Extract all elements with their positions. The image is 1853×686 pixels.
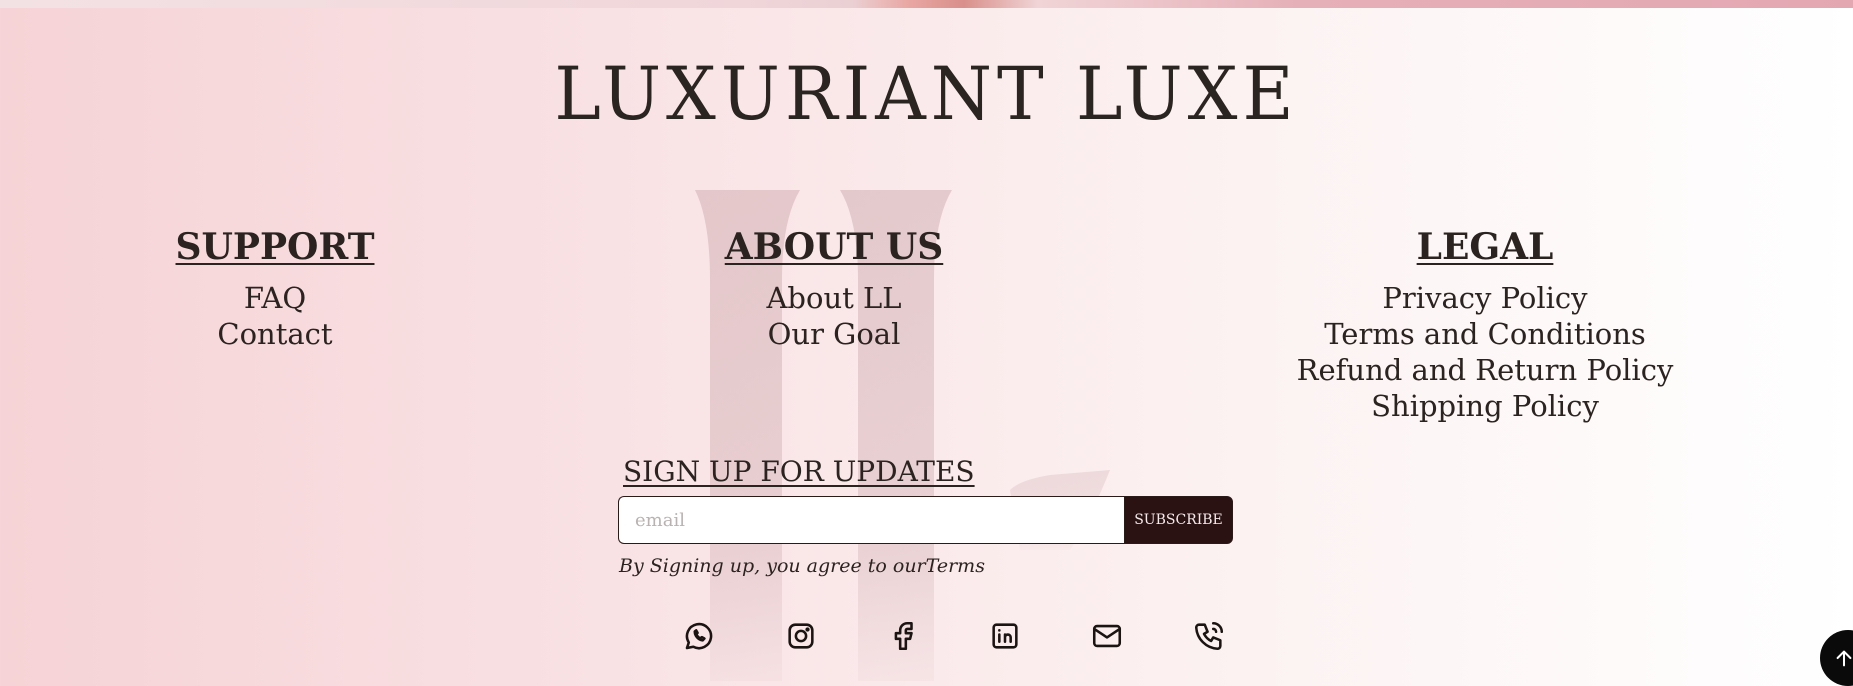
footer-column-support: SUPPORT FAQ Contact [0,224,575,352]
link-contact[interactable]: Contact [0,316,575,352]
link-refund-policy[interactable]: Refund and Return Policy [1185,352,1785,388]
terms-link[interactable]: Terms [926,555,985,577]
link-shipping-policy[interactable]: Shipping Policy [1185,388,1785,424]
arrow-up-icon [1836,650,1852,667]
whatsapp-link[interactable] [648,616,750,656]
brand-logo: LUXURIANT LUXE [554,50,1299,138]
instagram-link[interactable] [750,616,852,656]
link-our-goal[interactable]: Our Goal [534,316,1134,352]
linkedin-link[interactable] [954,616,1056,656]
social-links [648,616,1260,656]
phone-link[interactable] [1158,616,1260,656]
email-link[interactable] [1056,616,1158,656]
link-privacy-policy[interactable]: Privacy Policy [1185,280,1785,316]
email-input[interactable] [618,496,1124,544]
link-about-ll[interactable]: About LL [534,280,1134,316]
newsletter-signup: SIGN UP FOR UPDATES SUBSCRIBE By Signing… [618,452,1233,577]
subscribe-button[interactable]: SUBSCRIBE [1124,496,1233,544]
footer-column-about: ABOUT US About LL Our Goal [534,224,1134,352]
back-to-top-button[interactable] [1820,630,1853,686]
mail-icon [1092,624,1122,648]
signup-terms-note: By Signing up, you agree to ourTerms [619,555,1233,577]
signup-title: SIGN UP FOR UPDATES [623,455,975,488]
terms-prefix: By Signing up, you agree to our [619,555,926,577]
about-heading: ABOUT US [724,226,944,268]
facebook-icon [894,621,913,651]
instagram-icon [788,623,814,649]
hero-image-strip [0,0,1853,8]
facebook-link[interactable] [852,616,954,656]
support-heading: SUPPORT [175,226,375,268]
footer-column-legal: LEGAL Privacy Policy Terms and Condition… [1185,224,1785,424]
link-faq[interactable]: FAQ [0,280,575,316]
phone-icon [1194,621,1224,651]
linkedin-icon [992,623,1018,649]
signup-form: SUBSCRIBE [618,496,1233,544]
whatsapp-icon [685,622,713,650]
link-terms-and-conditions[interactable]: Terms and Conditions [1185,316,1785,352]
legal-heading: LEGAL [1416,226,1554,268]
